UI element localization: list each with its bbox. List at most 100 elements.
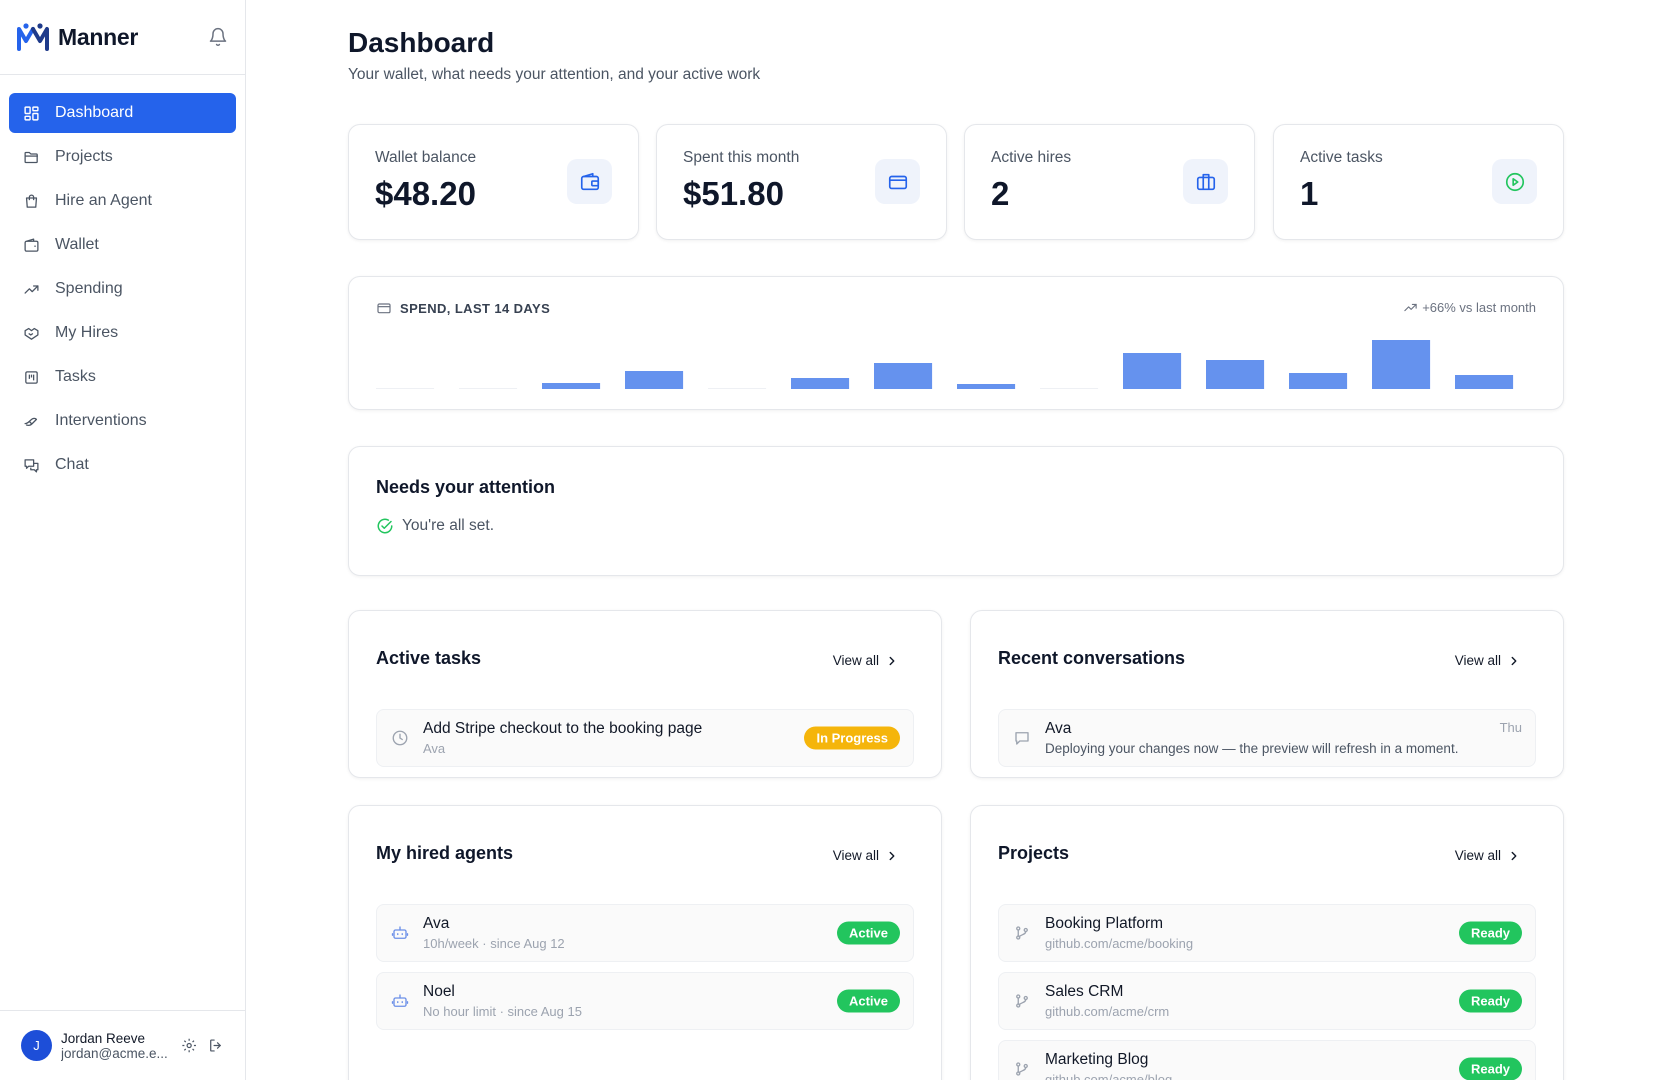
agent-row[interactable]: Noel No hour limit · since Aug 15 Active	[376, 972, 914, 1030]
conversation-preview: Deploying your changes now — the preview…	[1045, 741, 1459, 756]
view-all-link[interactable]: View all	[833, 653, 899, 668]
sidebar-item-label: Dashboard	[55, 104, 134, 121]
logout-icon[interactable]	[208, 1037, 224, 1054]
user-name: Jordan Reeve	[61, 1030, 146, 1046]
sidebar-item-chat[interactable]: Chat	[9, 445, 236, 485]
chevron-right-icon	[1511, 656, 1517, 665]
sidebar-item-projects[interactable]: Projects	[9, 137, 236, 177]
chevron-right-icon	[889, 656, 895, 665]
stat-card-active-tasks: Active tasks 1	[1273, 124, 1564, 240]
grid-icon	[24, 105, 39, 121]
spend-bar	[542, 383, 601, 389]
conversation-time: Thu	[1499, 720, 1522, 735]
status-badge: In Progress	[804, 726, 900, 750]
task-row[interactable]: Add Stripe checkout to the booking page …	[376, 709, 914, 767]
check-circle-icon	[377, 518, 393, 534]
bag-icon	[25, 194, 38, 208]
recent-conversations-panel: Recent conversations View all Ava Deploy…	[970, 610, 1564, 778]
stat-icon-tile	[1183, 159, 1228, 204]
sidebar-item-hire-an-agent[interactable]: Hire an Agent	[9, 181, 236, 221]
sidebar-item-spending[interactable]: Spending	[9, 269, 236, 309]
panel-title: Active tasks	[376, 648, 482, 668]
git-branch-icon	[1016, 994, 1028, 1008]
spend-bar	[1206, 360, 1265, 389]
panel-title: My hired agents	[376, 843, 514, 863]
view-all-label: View all	[832, 653, 879, 668]
sidebar-item-label: Spending	[55, 280, 123, 297]
projects-panel: Projects View all Booking Platform githu…	[970, 805, 1564, 1080]
hand-icon	[24, 417, 38, 426]
folder-icon	[24, 151, 38, 163]
manner-logo	[17, 23, 49, 51]
spend-bar	[1372, 340, 1431, 389]
stat-icon-tile	[1492, 159, 1537, 204]
hired-agents-panel: My hired agents View all Ava 10h/week · …	[348, 805, 942, 1080]
sidebar-item-label: My Hires	[55, 324, 119, 341]
panel-title: Projects	[998, 843, 1070, 863]
page-title: Dashboard	[348, 27, 495, 58]
sidebar-item-tasks[interactable]: Tasks	[9, 357, 236, 397]
project-repo: github.com/acme/blog	[1045, 1072, 1173, 1080]
agent-row[interactable]: Ava 10h/week · since Aug 12 Active	[376, 904, 914, 962]
attention-message: You're all set.	[402, 517, 495, 534]
view-all-link[interactable]: View all	[833, 848, 899, 863]
messages-icon	[24, 458, 39, 473]
spend-bar	[1455, 375, 1514, 389]
conversation-row[interactable]: Ava Deploying your changes now — the pre…	[998, 709, 1536, 767]
kanban-icon	[25, 370, 38, 384]
project-row[interactable]: Sales CRM github.com/acme/crm Ready	[998, 972, 1536, 1030]
attention-status: You're all set.	[376, 517, 494, 535]
sidebar-item-label: Tasks	[55, 368, 96, 385]
spend-title: SPEND, LAST 14 DAYS	[400, 300, 551, 316]
sidebar-item-dashboard[interactable]: Dashboard	[9, 93, 236, 133]
agent-name: Ava	[423, 915, 450, 932]
status-badge: Ready	[1458, 1057, 1522, 1080]
chevron-right-icon	[1511, 851, 1517, 860]
stat-icon-tile	[567, 159, 612, 204]
view-all-label: View all	[1454, 848, 1501, 863]
sidebar-item-label: Projects	[55, 148, 113, 165]
stat-card-spent-this-month: Spent this month $51.80	[656, 124, 947, 240]
project-row[interactable]: Marketing Blog github.com/acme/blog Read…	[998, 1040, 1536, 1080]
bot-icon	[391, 926, 409, 939]
sidebar-item-interventions[interactable]: Interventions	[9, 401, 236, 441]
status-badge: Active	[836, 921, 900, 945]
project-repo: github.com/acme/crm	[1045, 1004, 1170, 1019]
spend-bar	[625, 371, 684, 389]
needs-attention-card: Needs your attention You're all set.	[348, 446, 1564, 576]
briefcase-icon	[1196, 173, 1215, 190]
attention-title: Needs your attention	[376, 477, 556, 497]
credit-card-icon	[377, 303, 391, 314]
spend-trend: +66% vs last month	[1403, 300, 1536, 315]
trend-up-icon	[1404, 303, 1417, 312]
page-subtitle: Your wallet, what needs your attention, …	[348, 66, 761, 83]
wallet-icon	[24, 237, 39, 252]
stat-icon-tile	[875, 159, 920, 204]
sidebar-item-my-hires[interactable]: My Hires	[9, 313, 236, 353]
spend-chart-card: SPEND, LAST 14 DAYS +66% vs last month	[348, 276, 1564, 410]
avatar[interactable]: J	[21, 1030, 52, 1061]
view-all-link[interactable]: View all	[1455, 848, 1521, 863]
sidebar-item-label: Interventions	[55, 412, 147, 429]
credit-card-icon	[888, 175, 907, 189]
sidebar-item-wallet[interactable]: Wallet	[9, 225, 236, 265]
bot-icon	[391, 994, 409, 1007]
agent-name: Noel	[423, 983, 455, 1000]
sidebar: Manner Dashboard Projects Hire an Agent …	[0, 0, 246, 1080]
task-title: Add Stripe checkout to the booking page	[423, 720, 703, 737]
gear-icon[interactable]	[181, 1037, 197, 1054]
spend-bar	[1289, 373, 1348, 389]
status-badge: Ready	[1458, 921, 1522, 945]
git-branch-icon	[1016, 1062, 1028, 1076]
project-row[interactable]: Booking Platform github.com/acme/booking…	[998, 904, 1536, 962]
spend-bar-chart	[376, 340, 1514, 389]
view-all-link[interactable]: View all	[1455, 653, 1521, 668]
user-profile: J Jordan Reeve jordan@acme.e...	[0, 1010, 245, 1080]
chevron-right-icon	[889, 851, 895, 860]
clock-icon	[392, 730, 408, 746]
bell-icon[interactable]	[208, 27, 228, 47]
spend-bar	[1123, 353, 1182, 389]
spend-bar	[957, 384, 1016, 389]
git-branch-icon	[1016, 926, 1028, 940]
view-all-label: View all	[832, 848, 879, 863]
